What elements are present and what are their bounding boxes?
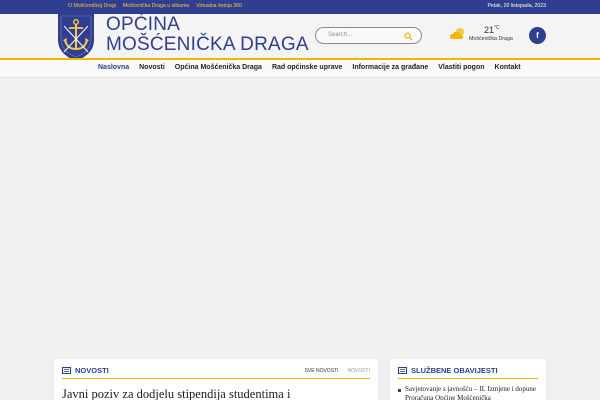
search-icon[interactable] (404, 32, 413, 41)
newspaper-icon (398, 367, 407, 374)
notices-panel-title: SLUŽBENE OBAVIJESTI (411, 366, 498, 375)
news-panel: NOVOSTI SVE NOVOSTI NOVOSTI Javni poziv … (54, 359, 378, 400)
nav-item-novosti[interactable]: Novosti (134, 64, 170, 71)
top-link-gallery[interactable]: Mošćenička Draga u slikama (123, 3, 189, 9)
nav-item-kontakt[interactable]: Kontakt (490, 64, 526, 71)
news-tabs: SVE NOVOSTI NOVOSTI (305, 368, 370, 374)
current-date: Petak, 20 listopada, 2023 (487, 3, 546, 9)
weather-widget: 21 °C Mošćenička Draga (450, 24, 530, 50)
top-link-about[interactable]: O Mošćeničkoj Dragi (68, 3, 116, 9)
hero-slider-area (0, 79, 600, 349)
news-panel-title: NOVOSTI (75, 366, 109, 375)
main-navigation: Naslovna Novosti Općina Mošćenička Draga… (0, 58, 600, 78)
search-input[interactable]: Search... (315, 27, 422, 44)
news-headline-link[interactable]: Javni poziv za dodjelu stipendija studen… (62, 387, 290, 400)
bullet-icon (398, 389, 401, 392)
coat-of-arms-logo[interactable] (56, 14, 96, 61)
weather-location: Mošćenička Draga (469, 36, 513, 42)
top-links: O Mošćeničkoj Dragi Mošćenička Draga u s… (68, 3, 242, 9)
notice-item-text[interactable]: Savjetovanje s javnošću – II. Izmjene i … (405, 385, 542, 400)
notices-panel-header: SLUŽBENE OBAVIJESTI (398, 365, 538, 379)
nav-item-rad-uprave[interactable]: Rad općinske uprave (267, 64, 347, 71)
site-header: OPĆINA MOŠĆENIČKA DRAGA Search... 21 °C … (0, 14, 600, 61)
weather-unit: °C (494, 25, 500, 31)
top-link-virtual-tour[interactable]: Virtualna šetnja 360 (196, 3, 242, 9)
facebook-icon[interactable]: f (529, 27, 546, 44)
notices-panel: SLUŽBENE OBAVIJESTI Savjetovanje s javno… (390, 359, 546, 400)
site-brand[interactable]: OPĆINA MOŠĆENIČKA DRAGA (106, 15, 309, 54)
weather-temperature: 21 (484, 25, 495, 35)
partly-cloudy-icon (450, 28, 464, 39)
notice-list-item[interactable]: Savjetovanje s javnošću – II. Izmjene i … (398, 385, 542, 400)
search-placeholder: Search... (328, 32, 353, 38)
anchor-shield-icon (58, 14, 94, 61)
brand-line-2: MOŠĆENIČKA DRAGA (106, 34, 309, 55)
tab-news[interactable]: NOVOSTI (347, 368, 370, 374)
brand-line-1: OPĆINA (106, 14, 181, 35)
nav-item-informacije[interactable]: Informacije za građane (347, 64, 433, 71)
nav-item-vlastiti-pogon[interactable]: Vlastiti pogon (433, 64, 489, 71)
top-bar: O Mošćeničkoj Dragi Mošćenička Draga u s… (0, 0, 600, 14)
tab-all-news[interactable]: SVE NOVOSTI (305, 368, 339, 374)
news-panel-header: NOVOSTI SVE NOVOSTI NOVOSTI (62, 365, 370, 379)
nav-item-opcina[interactable]: Općina Mošćenička Draga (170, 64, 267, 71)
newspaper-icon (62, 367, 71, 374)
nav-item-naslovna[interactable]: Naslovna (98, 64, 134, 71)
